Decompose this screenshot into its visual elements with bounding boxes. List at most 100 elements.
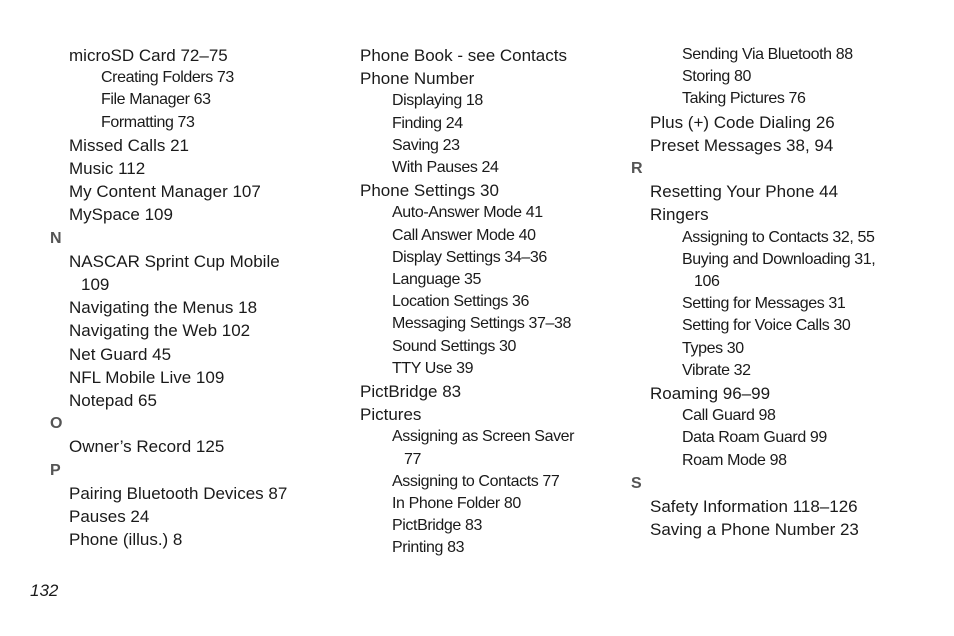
index-subentry: Roam Mode 98 <box>631 450 931 472</box>
entry-text: File Manager 63 <box>101 91 211 109</box>
index-entry: Phone Settings 30 <box>359 179 624 202</box>
index-entry: Navigating the Web 102 <box>50 319 340 342</box>
entry-text: Assigning as Screen Saver <box>392 428 575 446</box>
entry-text: Assigning to Contacts 77 <box>392 472 560 490</box>
index-column-3: Sending Via Bluetooth 88 Storing 80 Taking… <box>631 44 931 541</box>
section-letter: R <box>631 157 931 180</box>
entry-continuation: 109 <box>81 275 110 295</box>
index-entry: Phone (illus.) 8 <box>50 528 340 551</box>
entry-text: Phone Settings 30 <box>360 181 499 201</box>
entry-text: Messaging Settings 37–38 <box>392 315 571 333</box>
entry-text: NFL Mobile Live 109 <box>69 367 225 387</box>
entry-text: Call Answer Mode 40 <box>392 226 536 244</box>
index-subentry: Setting for Voice Calls 30 <box>631 315 931 337</box>
entry-text: Plus (+) Code Dialing 26 <box>650 112 835 132</box>
index-entry: Owner’s Record 125 <box>50 435 340 458</box>
index-subentry: Finding 24 <box>359 113 624 135</box>
entry-text: Setting for Voice Calls 30 <box>682 317 851 335</box>
entry-text: Taking Pictures 76 <box>682 90 806 108</box>
entry-text: Music 112 <box>69 159 146 179</box>
entry-text: Language 35 <box>392 271 482 289</box>
entry-text: Notepad 65 <box>69 391 157 411</box>
index-subentry: Types 30 <box>631 338 931 360</box>
entry-text: Missed Calls 21 <box>69 135 189 155</box>
index-entry: Preset Messages 38, 94 <box>631 134 931 157</box>
section-letter: S <box>631 472 931 495</box>
entry-continuation: 77 <box>404 450 421 468</box>
entry-text: N <box>50 229 62 247</box>
index-subentry: Creating Folders 73 <box>50 67 340 89</box>
index-subentry: Buying and Downloading 31, 106 <box>631 249 931 293</box>
entry-text: MySpace 109 <box>69 205 173 225</box>
index-entry: My Content Manager 107 <box>50 180 340 203</box>
index-entry: Phone Number <box>359 67 624 90</box>
entry-text: Sending Via Bluetooth 88 <box>682 46 853 63</box>
entry-text: Owner’s Record 125 <box>69 437 225 457</box>
index-subentry: Assigning as Screen Saver 77 <box>359 426 624 470</box>
index-subentry: Displaying 18 <box>359 90 624 112</box>
entry-text: Safety Information 118–126 <box>650 497 858 517</box>
entry-text: In Phone Folder 80 <box>392 495 521 513</box>
entry-text: Storing 80 <box>682 68 751 86</box>
index-entry: Saving a Phone Number 23 <box>631 518 931 541</box>
index-subentry: Taking Pictures 76 <box>631 88 931 110</box>
index-subentry: Setting for Messages 31 <box>631 293 931 315</box>
index-entry: Pauses 24 <box>50 505 340 528</box>
entry-text: Saving 23 <box>392 136 460 154</box>
index-entry: Phone Book - see Contacts <box>359 44 624 67</box>
entry-text: Phone (illus.) 8 <box>69 530 183 550</box>
index-subentry: Printing 83 <box>359 537 624 559</box>
entry-text: Sound Settings 30 <box>392 337 516 355</box>
index-subentry: Assigning to Contacts 77 <box>359 471 624 493</box>
index-entry: MySpace 109 <box>50 203 340 226</box>
index-subentry: Storing 80 <box>631 66 931 88</box>
entry-text: Roaming 96–99 <box>650 384 771 404</box>
index-subentry: In Phone Folder 80 <box>359 493 624 515</box>
entry-text: Formatting 73 <box>101 113 195 131</box>
entry-text: Finding 24 <box>392 114 463 132</box>
index-subentry: Vibrate 32 <box>631 360 931 382</box>
index-subentry: Saving 23 <box>359 135 624 157</box>
index-entry: Ringers <box>631 203 931 226</box>
index-entry: Safety Information 118–126 <box>631 495 931 518</box>
entry-text: Types 30 <box>682 339 744 357</box>
index-entry: NFL Mobile Live 109 <box>50 366 340 389</box>
page-number: 132 <box>30 581 59 600</box>
index-subentry: Call Guard 98 <box>631 405 931 427</box>
entry-text: Buying and Downloading 31, <box>682 250 876 268</box>
index-subentry: With Pauses 24 <box>359 157 624 179</box>
index-column-2: Phone Book - see Contacts Phone Number Dis… <box>359 44 624 560</box>
entry-text: Phone Book - see Contacts <box>360 46 567 65</box>
entry-text: TTY Use 39 <box>392 359 474 377</box>
index-entry: Plus (+) Code Dialing 26 <box>631 111 931 134</box>
entry-text: R <box>631 160 643 178</box>
index-subentry: Data Roam Guard 99 <box>631 427 931 449</box>
entry-text: With Pauses 24 <box>392 159 499 177</box>
entry-text: Assigning to Contacts 32, 55 <box>682 228 875 246</box>
index-subentry: Assigning to Contacts 32, 55 <box>631 227 931 249</box>
entry-text: Preset Messages 38, 94 <box>650 135 834 155</box>
index-subentry: Display Settings 34–36 <box>359 247 624 269</box>
entry-text: My Content Manager 107 <box>69 182 261 202</box>
index-entry: Resetting Your Phone 44 <box>631 180 931 203</box>
entry-text: Pauses 24 <box>69 507 150 527</box>
index-entry: PictBridge 83 <box>359 380 624 403</box>
entry-text: Setting for Messages 31 <box>682 295 846 313</box>
entry-text: Call Guard 98 <box>682 407 776 425</box>
index-subentry: Formatting 73 <box>50 112 340 134</box>
entry-text: Phone Number <box>360 69 475 89</box>
section-letter: P <box>50 459 340 482</box>
entry-text: NASCAR Sprint Cup Mobile <box>69 251 280 271</box>
entry-text: Pictures <box>360 405 422 425</box>
index-subentry: Location Settings 36 <box>359 291 624 313</box>
entry-continuation: 106 <box>694 273 720 291</box>
entry-text: Roam Mode 98 <box>682 451 787 469</box>
index-entry: Missed Calls 21 <box>50 134 340 157</box>
index-subentry: TTY Use 39 <box>359 358 624 380</box>
entry-text: Pairing Bluetooth Devices 87 <box>69 483 288 503</box>
entry-text: Navigating the Menus 18 <box>69 298 258 318</box>
entry-text: Resetting Your Phone 44 <box>650 182 839 202</box>
index-entry: Music 112 <box>50 157 340 180</box>
section-letter: N <box>50 227 340 250</box>
entry-text: Data Roam Guard 99 <box>682 429 827 447</box>
